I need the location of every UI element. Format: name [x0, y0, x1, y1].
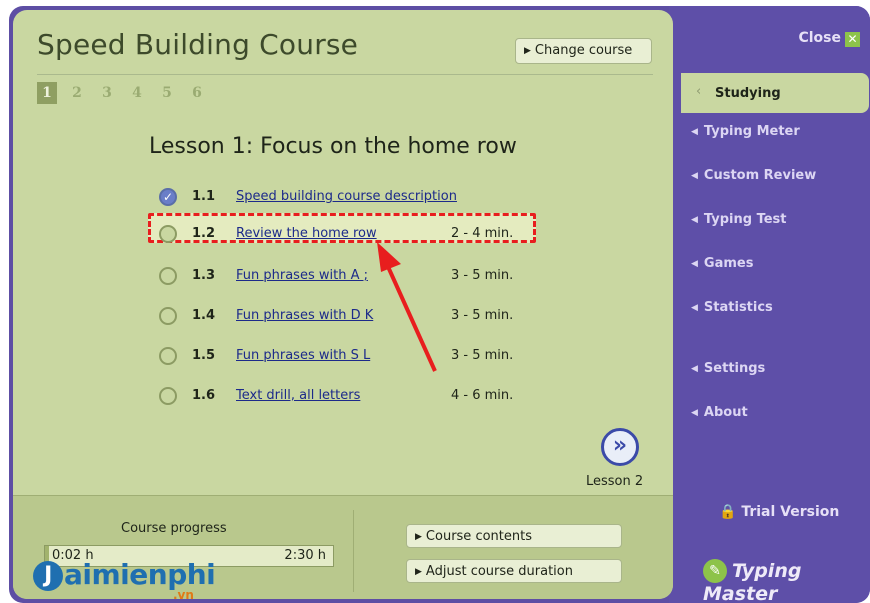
- lesson-item[interactable]: ✓ 1.1 Speed building course description: [159, 186, 531, 214]
- lesson-item-number: 1.4: [192, 308, 216, 323]
- lesson-item-link[interactable]: Review the home row: [236, 226, 377, 241]
- arrow-head: [377, 242, 401, 272]
- page-tab-3[interactable]: 3: [97, 82, 117, 104]
- arrow-left-icon: ◀: [691, 303, 698, 313]
- checkmark-icon[interactable]: ✓: [159, 188, 177, 206]
- lesson-item-link[interactable]: Speed building course description: [236, 189, 457, 204]
- sidebar-item-label: Studying: [715, 86, 781, 101]
- progress-end-time: 2:30 h: [284, 548, 326, 563]
- lesson-page-tabs: 1 2 3 4 5 6: [37, 82, 217, 104]
- lesson-item[interactable]: 1.3 Fun phrases with A ; 3 - 5 min.: [159, 265, 531, 293]
- sidebar-item-typing-test[interactable]: ◀ Typing Test: [691, 212, 786, 227]
- arrow-left-icon: ◀: [691, 215, 698, 225]
- course-progress-label: Course progress: [121, 521, 227, 536]
- watermark-logo: Jaimienphi: [33, 558, 216, 591]
- page-tab-5[interactable]: 5: [157, 82, 177, 104]
- app-window: Close ✕ ◀ Typing Meter ◀ Custom Review ◀ Typ…: [9, 6, 870, 603]
- title-divider: [37, 74, 653, 75]
- sidebar-item-studying[interactable]: ‹ Studying: [681, 73, 869, 113]
- lesson-item-number: 1.1: [192, 189, 216, 204]
- play-icon: ▶: [415, 532, 422, 542]
- lesson-item-duration: 3 - 5 min.: [451, 308, 514, 323]
- bottom-divider: [13, 495, 673, 496]
- page-title: Speed Building Course: [37, 28, 359, 61]
- typing-master-logo: ✎ Typing Master: [703, 559, 802, 603]
- next-lesson-label[interactable]: Lesson 2: [586, 474, 643, 489]
- adjust-course-duration-button[interactable]: ▶ Adjust course duration: [406, 559, 622, 583]
- trial-version-label: 🔒 Trial Version: [719, 504, 840, 520]
- watermark-sub: .vn: [173, 588, 194, 599]
- radio-icon[interactable]: [159, 347, 177, 365]
- lesson-item-link[interactable]: Fun phrases with S L: [236, 348, 370, 363]
- play-icon: ▶: [524, 46, 531, 56]
- radio-icon[interactable]: [159, 307, 177, 325]
- sidebar-item-custom-review[interactable]: ◀ Custom Review: [691, 168, 816, 183]
- lesson-item-link[interactable]: Text drill, all letters: [236, 388, 360, 403]
- lesson-item-duration: 4 - 6 min.: [451, 388, 514, 403]
- lesson-item-number: 1.2: [192, 226, 216, 241]
- main-panel: Speed Building Course ▶ Change course 1 2…: [13, 10, 673, 599]
- play-icon: ▶: [415, 567, 422, 577]
- close-label: Close: [798, 30, 841, 46]
- close-button[interactable]: Close ✕: [798, 30, 860, 47]
- radio-icon[interactable]: [159, 225, 177, 243]
- vertical-divider: [353, 510, 354, 592]
- watermark-j-icon: J: [33, 561, 63, 591]
- page-tab-1[interactable]: 1: [37, 82, 57, 104]
- arrow-left-icon: ◀: [691, 408, 698, 418]
- arrow-left-icon: ◀: [691, 171, 698, 181]
- lock-icon: 🔒: [719, 504, 737, 520]
- annotation-arrow: [377, 242, 437, 372]
- lesson-title: Lesson 1: Focus on the home row: [149, 134, 517, 159]
- next-lesson-icon[interactable]: »: [601, 428, 639, 466]
- arrow-left-icon: ◀: [691, 364, 698, 374]
- page-tab-4[interactable]: 4: [127, 82, 147, 104]
- arrow-left-icon: ◀: [691, 259, 698, 269]
- lesson-item-number: 1.6: [192, 388, 216, 403]
- lesson-item-link[interactable]: Fun phrases with A ;: [236, 268, 368, 283]
- lesson-item-link[interactable]: Fun phrases with D K: [236, 308, 373, 323]
- radio-icon[interactable]: [159, 267, 177, 285]
- lesson-item-number: 1.3: [192, 268, 216, 283]
- sidebar-item-about[interactable]: ◀ About: [691, 405, 748, 420]
- close-icon[interactable]: ✕: [845, 32, 860, 47]
- radio-icon[interactable]: [159, 387, 177, 405]
- sidebar-item-statistics[interactable]: ◀ Statistics: [691, 300, 773, 315]
- typing-master-icon: ✎: [703, 559, 727, 583]
- lesson-item[interactable]: 1.4 Fun phrases with D K 3 - 5 min.: [159, 305, 531, 333]
- lesson-item[interactable]: 1.5 Fun phrases with S L 3 - 5 min.: [159, 345, 531, 373]
- lesson-item-number: 1.5: [192, 348, 216, 363]
- sidebar-item-games[interactable]: ◀ Games: [691, 256, 753, 271]
- lesson-item-duration: 3 - 5 min.: [451, 268, 514, 283]
- chevron-left-icon: ‹: [696, 84, 702, 99]
- sidebar-item-typing-meter[interactable]: ◀ Typing Meter: [691, 124, 800, 139]
- page-tab-2[interactable]: 2: [67, 82, 87, 104]
- lesson-item[interactable]: 1.2 Review the home row 2 - 4 min.: [159, 223, 531, 251]
- sidebar-item-settings[interactable]: ◀ Settings: [691, 361, 765, 376]
- lesson-item-duration: 3 - 5 min.: [451, 348, 514, 363]
- arrow-shaft: [383, 259, 437, 372]
- change-course-button[interactable]: ▶ Change course: [515, 38, 652, 64]
- lesson-item-duration: 2 - 4 min.: [451, 226, 514, 241]
- arrow-left-icon: ◀: [691, 127, 698, 137]
- lesson-item[interactable]: 1.6 Text drill, all letters 4 - 6 min.: [159, 385, 531, 413]
- course-contents-button[interactable]: ▶ Course contents: [406, 524, 622, 548]
- page-tab-6[interactable]: 6: [187, 82, 207, 104]
